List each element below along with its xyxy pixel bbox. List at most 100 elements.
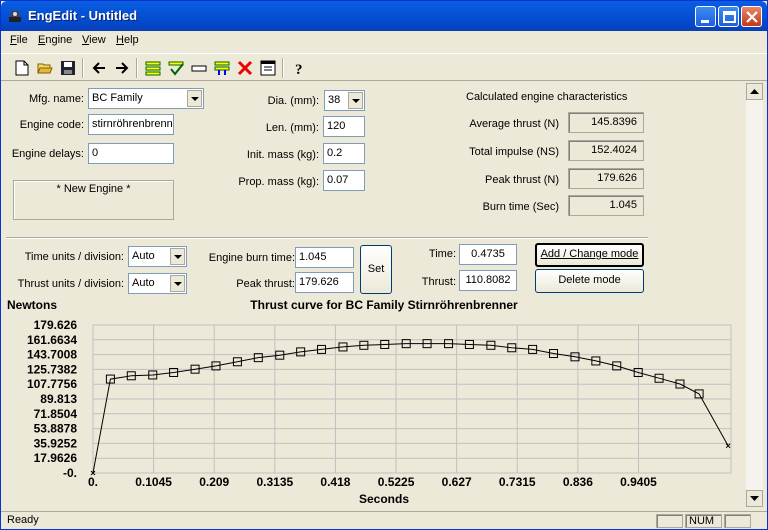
x-tick-label: 0.7315 (499, 475, 536, 489)
thrust-series[interactable] (90, 339, 731, 476)
toolbar-separator (82, 58, 84, 78)
flat-button[interactable] (188, 57, 210, 79)
status-bar: Ready NUM (1, 511, 767, 529)
chevron-down-icon (750, 496, 759, 501)
menu-view[interactable]: View (82, 34, 106, 46)
menu-help[interactable]: Help (116, 34, 139, 46)
help-button[interactable]: ? (288, 57, 310, 79)
x-tick-label: 0.1045 (135, 475, 172, 489)
grid-button[interactable] (211, 57, 233, 79)
data-point-marker (725, 443, 731, 449)
peak-thrust-input-label: Peak thrust: (236, 278, 295, 290)
engine-delays-label: Engine delays: (11, 148, 84, 160)
chevron-down-icon[interactable] (170, 275, 185, 292)
burn-time-input-label: Engine burn time: (208, 252, 295, 264)
x-tick-label: 0.209 (199, 475, 229, 489)
init-mass-input[interactable]: 0.2 (323, 143, 365, 164)
time-units-label: Time units / division: (24, 251, 124, 263)
y-tick-label: -0. (63, 466, 77, 480)
chevron-down-icon[interactable] (187, 90, 202, 107)
engine-delays-input[interactable]: 0 (88, 143, 174, 164)
y-tick-label: 53.8878 (34, 422, 78, 436)
minimize-button[interactable] (695, 6, 716, 27)
status-panel (724, 514, 751, 528)
scroll-down-button[interactable] (746, 490, 763, 507)
diameter-select[interactable]: 38 (324, 90, 365, 111)
vertical-scrollbar[interactable] (746, 83, 763, 507)
prop-mass-input[interactable]: 0.07 (323, 170, 365, 191)
num-lock-indicator: NUM (685, 514, 722, 528)
burn-time-input[interactable]: 1.045 (295, 247, 354, 268)
close-button[interactable] (741, 6, 762, 27)
diameter-value: 38 (328, 94, 341, 106)
menu-engine[interactable]: Engine (38, 34, 72, 46)
thrust-units-select[interactable]: Auto (128, 273, 187, 294)
new-file-icon (15, 60, 29, 76)
avg-thrust-value: 145.8396 (568, 112, 644, 133)
svg-text:?: ? (295, 62, 303, 76)
y-tick-label: 107.7756 (27, 377, 77, 391)
toolbar-separator (136, 58, 138, 78)
back-button[interactable] (88, 57, 110, 79)
save-icon (61, 61, 75, 75)
new-engine-label: * New Engine * (56, 183, 131, 195)
chevron-down-icon[interactable] (348, 92, 363, 109)
minimize-icon (701, 20, 709, 23)
init-mass-label: Init. mass (kg): (246, 149, 319, 161)
time-units-select[interactable]: Auto (128, 246, 187, 267)
thrust-chart[interactable]: Newtons Thrust curve for BC Family Stirn… (1, 297, 741, 509)
window-button[interactable] (257, 57, 279, 79)
x-axis-label: Seconds (359, 492, 409, 506)
chevron-up-icon (750, 89, 759, 94)
engine-code-input[interactable]: stirnröhrenbrenner (88, 114, 174, 135)
forward-button[interactable] (111, 57, 133, 79)
menu-file[interactable]: File (10, 34, 28, 46)
x-tick-label: 0. (88, 475, 98, 489)
x-tick-label: 0.418 (320, 475, 350, 489)
avg-thrust-label: Average thrust (N) (469, 118, 559, 130)
diameter-label: Dia. (mm): (267, 95, 319, 107)
y-tick-label: 89.813 (40, 392, 77, 406)
mfg-name-value: BC Family (92, 92, 143, 104)
peak-thrust-input[interactable]: 179.626 (295, 272, 354, 293)
burn-time-label: Burn time (Sec) (482, 201, 559, 213)
list-button[interactable] (142, 57, 164, 79)
calc-heading: Calculated engine characteristics (466, 91, 628, 103)
y-tick-label: 143.7008 (27, 348, 77, 362)
chevron-down-icon[interactable] (170, 248, 185, 265)
thrust-input[interactable]: 110.8082 (459, 270, 517, 291)
set-button-label: Set (367, 263, 385, 275)
x-tick-label: 0.3135 (256, 475, 293, 489)
maximize-button[interactable] (718, 6, 739, 27)
open-button[interactable] (34, 57, 56, 79)
set-button[interactable]: Set (360, 245, 392, 294)
title-bar[interactable]: EngEdit - Untitled (1, 1, 767, 31)
new-engine-panel: * New Engine * (13, 180, 174, 220)
delete-mode-button[interactable]: Delete mode (535, 269, 644, 293)
prop-mass-label: Prop. mass (kg): (238, 176, 319, 188)
back-arrow-icon (92, 62, 105, 74)
y-axis-label: Newtons (7, 298, 57, 312)
mfg-name-label: Mfg. name: (28, 93, 84, 105)
mfg-name-select[interactable]: BC Family (88, 88, 204, 109)
time-input[interactable]: 0.4735 (459, 244, 517, 265)
menu-bar: File Engine View Help (1, 31, 767, 51)
y-tick-label: 17.9626 (34, 451, 78, 465)
status-text: Ready (7, 514, 39, 526)
x-tick-label: 0.5225 (378, 475, 415, 489)
add-change-mode-button[interactable]: Add / Change mode (535, 243, 644, 267)
thrust-curve-line (92, 343, 729, 474)
scroll-up-button[interactable] (746, 83, 763, 100)
total-impulse-label: Total impulse (NS) (469, 146, 559, 158)
app-window: EngEdit - Untitled File Engine View Help (0, 0, 768, 530)
x-tick-label: 0.836 (563, 475, 593, 489)
grid (92, 324, 732, 474)
engine-code-label: Engine code: (19, 119, 84, 131)
delete-button[interactable] (234, 57, 256, 79)
length-input[interactable]: 120 (323, 116, 365, 137)
time-label: Time: (428, 248, 456, 260)
window-title: EngEdit - Untitled (28, 8, 138, 23)
save-button[interactable] (57, 57, 79, 79)
check-button[interactable] (165, 57, 187, 79)
new-file-button[interactable] (11, 57, 33, 79)
